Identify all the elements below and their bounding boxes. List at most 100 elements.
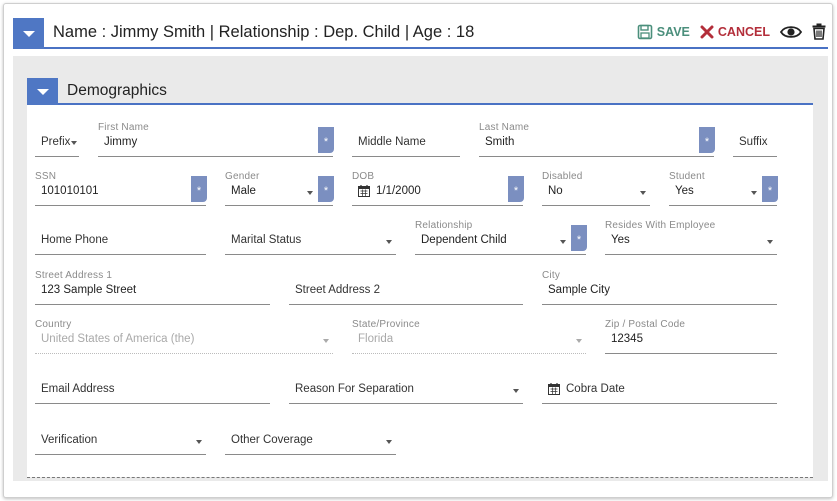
chevron-down-icon bbox=[640, 191, 646, 195]
street-address-2-field[interactable]: Street Address 2 bbox=[289, 275, 523, 305]
gender-select[interactable]: Gender Male * bbox=[225, 171, 334, 206]
required-marker: * bbox=[508, 176, 524, 202]
relationship-select[interactable]: Relationship Dependent Child * bbox=[415, 220, 587, 255]
state-province-select: State/Province Florida bbox=[352, 319, 586, 354]
other-coverage-placeholder: Other Coverage bbox=[231, 434, 313, 446]
dob-field[interactable]: DOB 1/1/2000 * bbox=[352, 171, 524, 206]
home-phone-placeholder: Home Phone bbox=[41, 234, 109, 246]
ssn-value: 101010101 bbox=[41, 185, 99, 197]
city-field[interactable]: City Sample City bbox=[542, 270, 777, 305]
section-divider bbox=[27, 477, 813, 478]
marital-status-placeholder: Marital Status bbox=[231, 234, 302, 246]
relationship-label: Relationship bbox=[415, 220, 473, 231]
zip-postal-code-field[interactable]: Zip / Postal Code 12345 bbox=[605, 319, 777, 354]
required-marker: * bbox=[571, 225, 587, 251]
email-address-field[interactable]: Email Address bbox=[35, 374, 270, 404]
resides-with-employee-select[interactable]: Resides With Employee Yes bbox=[605, 220, 777, 255]
trash-icon[interactable] bbox=[812, 23, 826, 40]
chevron-down-icon bbox=[386, 440, 392, 444]
street-address-1-value: 123 Sample Street bbox=[41, 284, 137, 296]
verification-select[interactable]: Verification bbox=[35, 425, 206, 455]
middle-name-placeholder: Middle Name bbox=[358, 136, 426, 148]
chevron-down-icon bbox=[386, 240, 392, 244]
street-address-1-field[interactable]: Street Address 1 123 Sample Street bbox=[35, 270, 270, 305]
calendar-icon[interactable] bbox=[358, 185, 370, 197]
first-name-field[interactable]: First Name Jimmy * bbox=[98, 122, 334, 157]
ssn-label: SSN bbox=[35, 171, 57, 182]
chevron-down-icon bbox=[751, 191, 757, 195]
last-name-label: Last Name bbox=[479, 122, 530, 133]
cobra-date-placeholder: Cobra Date bbox=[566, 383, 625, 395]
save-button[interactable]: SAVE bbox=[637, 24, 690, 40]
gender-label: Gender bbox=[225, 171, 260, 182]
chevron-down-icon bbox=[560, 240, 566, 244]
required-marker: * bbox=[762, 176, 778, 202]
chevron-down-icon bbox=[22, 30, 35, 37]
dob-value: 1/1/2000 bbox=[376, 185, 421, 197]
save-icon bbox=[637, 24, 653, 40]
chevron-down-icon bbox=[36, 88, 49, 95]
required-marker: * bbox=[318, 127, 334, 153]
other-coverage-select[interactable]: Other Coverage bbox=[225, 425, 396, 455]
country-label: Country bbox=[35, 319, 72, 330]
resides-with-employee-value: Yes bbox=[611, 234, 630, 246]
calendar-icon[interactable] bbox=[548, 383, 560, 395]
required-marker: * bbox=[191, 176, 207, 202]
city-label: City bbox=[542, 270, 561, 281]
prefix-placeholder: Prefix bbox=[41, 136, 71, 148]
page-title: Name : Jimmy Smith | Relationship : Dep.… bbox=[53, 23, 475, 41]
reason-for-separation-select[interactable]: Reason For Separation bbox=[289, 374, 523, 404]
demographics-header: Demographics bbox=[27, 78, 813, 105]
email-address-placeholder: Email Address bbox=[41, 383, 115, 395]
student-select[interactable]: Student Yes * bbox=[669, 171, 778, 206]
student-label: Student bbox=[669, 171, 705, 182]
state-province-label: State/Province bbox=[352, 319, 420, 330]
middle-name-field[interactable]: Middle Name bbox=[352, 127, 460, 157]
dob-label: DOB bbox=[352, 171, 375, 182]
required-marker: * bbox=[318, 176, 334, 202]
header-collapse-button[interactable] bbox=[13, 18, 44, 49]
chevron-down-icon bbox=[576, 339, 582, 343]
first-name-label: First Name bbox=[98, 122, 149, 133]
demographics-form: Prefix First Name Jimmy * Middle Name La… bbox=[27, 105, 813, 477]
prefix-select[interactable]: Prefix bbox=[35, 127, 79, 157]
ssn-field[interactable]: SSN 101010101 * bbox=[35, 171, 207, 206]
required-marker: * bbox=[699, 127, 715, 153]
country-select: Country United States of America (the) bbox=[35, 319, 333, 354]
gender-value: Male bbox=[231, 185, 256, 197]
reason-for-separation-placeholder: Reason For Separation bbox=[295, 383, 414, 395]
disabled-value: No bbox=[548, 185, 563, 197]
header-actions: SAVE CANCEL bbox=[637, 23, 828, 40]
save-label: SAVE bbox=[656, 24, 690, 39]
demographics-collapse-button[interactable] bbox=[27, 78, 58, 105]
zip-postal-code-label: Zip / Postal Code bbox=[605, 319, 686, 330]
relationship-value: Dependent Child bbox=[421, 234, 507, 246]
close-icon bbox=[700, 25, 714, 39]
chevron-down-icon bbox=[71, 141, 77, 145]
cancel-button[interactable]: CANCEL bbox=[700, 25, 770, 39]
resides-with-employee-label: Resides With Employee bbox=[605, 220, 716, 231]
chevron-down-icon bbox=[196, 440, 202, 444]
zip-postal-code-value: 12345 bbox=[611, 333, 643, 345]
cobra-date-field[interactable]: Cobra Date bbox=[542, 374, 777, 404]
country-value: United States of America (the) bbox=[41, 333, 195, 345]
chevron-down-icon bbox=[767, 240, 773, 244]
disabled-select[interactable]: Disabled No bbox=[542, 171, 650, 206]
disabled-label: Disabled bbox=[542, 171, 583, 182]
state-province-value: Florida bbox=[358, 333, 394, 345]
eye-icon[interactable] bbox=[780, 24, 802, 40]
home-phone-field[interactable]: Home Phone bbox=[35, 225, 206, 255]
marital-status-select[interactable]: Marital Status bbox=[225, 225, 396, 255]
dependent-header: Name : Jimmy Smith | Relationship : Dep.… bbox=[13, 18, 828, 49]
chevron-down-icon bbox=[323, 339, 329, 343]
chevron-down-icon bbox=[513, 389, 519, 393]
last-name-value: Smith bbox=[485, 136, 515, 148]
employee-dependent-card: Name : Jimmy Smith | Relationship : Dep.… bbox=[3, 3, 833, 498]
street-address-1-label: Street Address 1 bbox=[35, 270, 113, 281]
verification-placeholder: Verification bbox=[41, 434, 98, 446]
first-name-value: Jimmy bbox=[104, 136, 138, 148]
suffix-field[interactable]: Suffix bbox=[733, 127, 777, 157]
demographics-section: Demographics Prefix First Name Jimmy * M… bbox=[13, 56, 828, 481]
last-name-field[interactable]: Last Name Smith * bbox=[479, 122, 715, 157]
suffix-placeholder: Suffix bbox=[739, 136, 768, 148]
